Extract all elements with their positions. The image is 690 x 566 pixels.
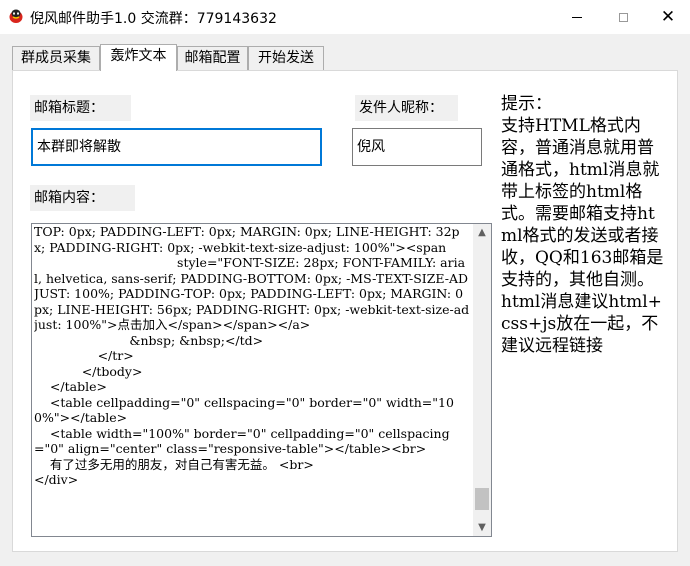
tab-start-send[interactable]: 开始发送 (248, 46, 324, 70)
scroll-down-arrow-icon[interactable]: ▼ (473, 519, 491, 536)
sender-label: 发件人昵称： (355, 95, 458, 121)
tab-bomb-text[interactable]: 轰炸文本 (100, 44, 177, 71)
tab-member-collect[interactable]: 群成员采集 (12, 46, 100, 70)
content-scrollbar[interactable]: ▲ ▼ (473, 224, 491, 536)
hint-text-content: 提示： 支持HTML格式内容，普通消息就用普通格式，html消息就带上标签的ht… (501, 94, 664, 353)
minimize-icon (572, 16, 582, 18)
title-bar[interactable]: 倪风邮件助手1.0 交流群：779143632 ✕ (0, 0, 690, 34)
subject-label: 邮箱标题： (30, 95, 131, 121)
maximize-button[interactable] (600, 0, 646, 34)
window-title: 倪风邮件助手1.0 交流群：779143632 (30, 11, 277, 27)
minimize-button[interactable] (554, 0, 600, 34)
scroll-up-arrow-icon[interactable]: ▲ (473, 224, 491, 241)
hint-text: 提示： 支持HTML格式内容，普通消息就用普通格式，html消息就带上标签的ht… (501, 93, 669, 353)
content-text[interactable]: TOP: 0px; PADDING-LEFT: 0px; MARGIN: 0px… (34, 224, 470, 536)
content-label: 邮箱内容： (30, 185, 135, 211)
maximize-icon (618, 12, 628, 22)
close-button[interactable]: ✕ (646, 0, 690, 34)
close-icon: ✕ (660, 6, 676, 27)
tab-mail-config[interactable]: 邮箱配置 (177, 46, 248, 70)
tab-panel-bomb-text: 邮箱标题： 发件人昵称： 本群即将解散 倪风 邮箱内容： TOP: 0px; P… (12, 70, 678, 552)
scroll-thumb[interactable] (475, 488, 489, 510)
subject-input[interactable]: 本群即将解散 (31, 128, 322, 166)
app-logo-icon (8, 8, 24, 24)
app-window: 倪风邮件助手1.0 交流群：779143632 ✕ 群成员采集 轰炸文本 邮箱配… (0, 0, 690, 566)
content-textarea[interactable]: TOP: 0px; PADDING-LEFT: 0px; MARGIN: 0px… (31, 223, 492, 537)
sender-name-input[interactable]: 倪风 (352, 128, 482, 166)
